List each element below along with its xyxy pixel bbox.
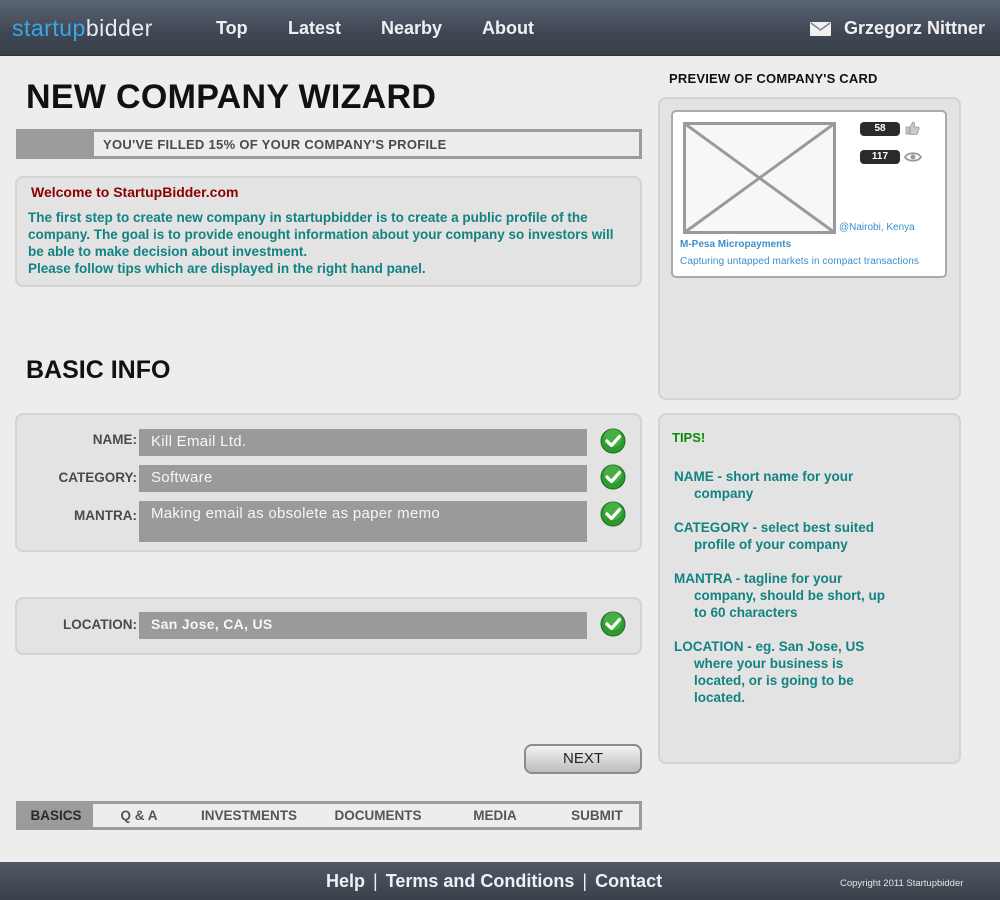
image-placeholder-icon [683,122,836,234]
logo-part-startup: startup [12,15,86,41]
progress-text: YOU'VE FILLED 15% OF YOUR COMPANY'S PROF… [103,137,447,152]
user-name-link[interactable]: Grzegorz Nittner [844,18,985,39]
views-count: 117 [860,150,900,164]
tip-location-line-3: located, or is going to be [694,673,854,688]
tip-category-line-1: CATEGORY - select best suited [674,520,875,535]
logo[interactable]: startupbidder [12,15,153,42]
tab-basics[interactable]: BASICS [19,804,93,827]
page-title: NEW COMPANY WIZARD [26,78,437,116]
welcome-line-2: Please follow tips which are displayed i… [28,261,426,276]
card-location: @Nairobi, Kenya [839,222,915,233]
category-select[interactable]: Software [139,465,587,492]
copyright: Copyright 2011 Startupbidder [840,878,964,889]
tip-mantra: MANTRA - tagline for your company, shoul… [674,570,885,621]
basic-info-panel: NAME: Kill Email Ltd. CATEGORY: Software… [15,413,642,552]
tip-category-line-2: profile of your company [694,537,848,552]
footer: Help | Terms and Conditions | Contact Copyri… [0,862,1000,900]
tab-media[interactable]: MEDIA [459,804,531,827]
welcome-text: The first step to create new company in … [28,209,633,277]
tip-location-line-1: LOCATION - eg. San Jose, US [674,639,865,654]
welcome-line-1: The first step to create new company in … [28,210,614,259]
location-field[interactable]: San Jose, CA, US [139,612,587,639]
location-panel: LOCATION: San Jose, CA, US [15,597,642,655]
tip-name: NAME - short name for your company [674,468,853,502]
company-card-preview[interactable]: 58 117 @Nairobi, Kenya M-Pesa Micropayme… [671,110,947,278]
footer-terms-link[interactable]: Terms and Conditions [386,871,575,891]
tab-qa[interactable]: Q & A [99,804,179,827]
logo-part-bidder: bidder [85,15,153,41]
tip-location-line-4: located. [694,690,746,705]
preview-title: PREVIEW OF COMPANY'S CARD [669,71,878,86]
mantra-field[interactable]: Making email as obsolete as paper memo [139,501,587,542]
likes-count: 58 [860,122,900,136]
tip-location: LOCATION - eg. San Jose, US where your b… [674,638,864,706]
tip-mantra-line-3: to 60 characters [694,605,798,620]
mantra-check-icon [600,501,626,527]
nav-top[interactable]: Top [216,18,248,39]
nav-latest[interactable]: Latest [288,18,341,39]
tip-location-line-2: where your business is [694,656,844,671]
welcome-panel: Welcome to StartupBidder.com The first s… [15,176,642,287]
eye-icon [904,152,922,162]
tab-submit[interactable]: SUBMIT [555,804,639,827]
card-tagline: Capturing untapped markets in compact tr… [680,256,920,267]
location-label: LOCATION: [63,617,137,632]
wizard-tabs: BASICS Q & A INVESTMENTS DOCUMENTS MEDIA… [16,801,642,830]
tab-documents[interactable]: DOCUMENTS [322,804,434,827]
name-label: NAME: [92,432,137,447]
card-company-name: M-Pesa Micropayments [680,239,792,250]
tab-investments[interactable]: INVESTMENTS [189,804,309,827]
location-check-icon [600,611,626,637]
progress-fill [19,132,94,156]
next-button[interactable]: NEXT [524,744,642,774]
tip-category: CATEGORY - select best suited profile of… [674,519,874,553]
thumbs-up-icon [905,121,920,135]
tip-name-line-1: NAME - short name for your [674,469,854,484]
footer-contact-link[interactable]: Contact [595,871,662,891]
profile-progress-bar: YOU'VE FILLED 15% OF YOUR COMPANY'S PROF… [16,129,642,159]
name-check-icon [600,428,626,454]
tip-mantra-line-2: company, should be short, up [694,588,886,603]
tip-mantra-line-1: MANTRA - tagline for your [674,571,843,586]
footer-separator: | [582,871,588,891]
nav-about[interactable]: About [482,18,534,39]
tip-name-line-2: company [694,486,754,501]
category-label: CATEGORY: [58,470,138,485]
nav-nearby[interactable]: Nearby [381,18,442,39]
basic-info-title: BASIC INFO [26,356,171,384]
footer-help-link[interactable]: Help [326,871,365,891]
tips-title: TIPS! [672,430,706,445]
name-field[interactable]: Kill Email Ltd. [139,429,587,456]
footer-separator: | [373,871,378,891]
welcome-title: Welcome to StartupBidder.com [31,184,239,200]
mail-icon[interactable] [810,22,831,36]
tips-panel: TIPS! NAME - short name for your company… [658,413,961,764]
top-header: startupbidder Top Latest Nearby About Gr… [0,0,1000,56]
footer-links: Help | Terms and Conditions | Contact [326,871,662,892]
mantra-label: MANTRA: [74,508,137,523]
category-check-icon [600,464,626,490]
